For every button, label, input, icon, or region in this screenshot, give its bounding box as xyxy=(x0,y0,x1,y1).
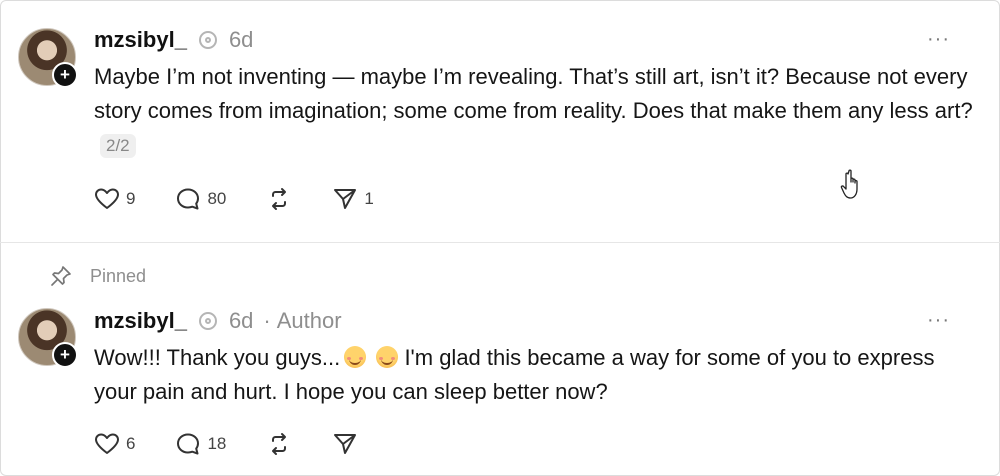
page-indicator-badge: 2/2 xyxy=(100,134,136,159)
like-button[interactable]: 6 xyxy=(94,432,135,456)
post-text: Wow!!! Thank you guys... I'm glad this b… xyxy=(94,341,974,409)
hand-cursor-icon xyxy=(840,169,858,199)
post-time[interactable]: 6d xyxy=(229,27,253,53)
send-icon xyxy=(334,434,357,454)
repost-button[interactable] xyxy=(266,432,292,456)
post-actions: 6 18 xyxy=(94,432,398,456)
like-count: 9 xyxy=(126,189,136,208)
reply-count: 80 xyxy=(207,189,227,208)
post: + mzsibyl_ 6d ··· Maybe I’m not inventin… xyxy=(0,0,1000,243)
smiling-face-emoji-icon xyxy=(344,346,367,368)
post-text: Maybe I’m not inventing — maybe I’m reve… xyxy=(94,60,974,162)
post-time[interactable]: 6d xyxy=(229,308,253,334)
username[interactable]: mzsibyl_ xyxy=(94,27,187,53)
like-button[interactable]: 9 xyxy=(94,187,135,211)
post-header: mzsibyl_ 6d xyxy=(94,27,253,53)
avatar[interactable]: + xyxy=(18,308,78,368)
share-button[interactable]: 1 xyxy=(332,187,374,211)
reply-count: 18 xyxy=(207,434,227,453)
post-body-start: Wow!!! Thank you guys... xyxy=(94,345,341,370)
share-count: 1 xyxy=(364,189,374,208)
post-header: mzsibyl_ 6d · Author xyxy=(94,308,342,334)
share-button[interactable] xyxy=(332,432,358,456)
comment-icon xyxy=(177,433,200,455)
heart-icon xyxy=(95,433,119,454)
username[interactable]: mzsibyl_ xyxy=(94,308,187,334)
pin-icon xyxy=(51,266,71,286)
repost-icon xyxy=(272,433,287,455)
send-icon xyxy=(334,189,357,209)
post-actions: 9 80 1 xyxy=(94,187,414,211)
repost-button[interactable] xyxy=(266,187,292,211)
more-options-icon[interactable]: ··· xyxy=(927,309,950,332)
smiling-face-emoji-icon xyxy=(376,346,399,368)
heart-icon xyxy=(95,188,119,209)
pinned-label: Pinned xyxy=(90,265,147,286)
follow-plus-icon[interactable]: + xyxy=(52,62,78,88)
post: Pinned + mzsibyl_ 6d · Author ··· Wow!!!… xyxy=(0,242,1000,476)
comment-icon xyxy=(177,188,200,210)
like-count: 6 xyxy=(126,434,136,453)
pinned-indicator: Pinned xyxy=(50,265,146,287)
verified-icon xyxy=(198,31,217,49)
more-options-icon[interactable]: ··· xyxy=(927,28,950,51)
author-label: Author xyxy=(276,308,342,333)
separator-dot: · xyxy=(263,308,271,333)
repost-icon xyxy=(272,188,287,210)
reply-button[interactable]: 80 xyxy=(175,187,226,211)
post-body: Maybe I’m not inventing — maybe I’m reve… xyxy=(94,64,973,123)
verified-icon xyxy=(198,312,217,330)
reply-button[interactable]: 18 xyxy=(175,432,226,456)
follow-plus-icon[interactable]: + xyxy=(52,342,78,368)
avatar[interactable]: + xyxy=(18,28,78,88)
